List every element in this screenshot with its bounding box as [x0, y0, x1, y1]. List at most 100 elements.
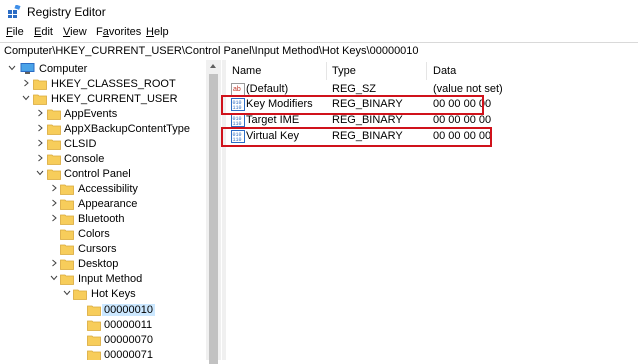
tree-label: Cursors: [78, 243, 117, 255]
chevron-down-icon[interactable]: [22, 94, 30, 102]
tree-label: Bluetooth: [78, 213, 125, 225]
chevron-right-icon[interactable]: [36, 124, 44, 132]
menu-help[interactable]: Help: [146, 26, 169, 38]
tree-label: Console: [64, 153, 105, 165]
chevron-right-icon[interactable]: [50, 199, 58, 207]
highlight-box-key-modifiers: [221, 95, 484, 115]
svg-text:ab: ab: [233, 86, 241, 93]
chevron-down-icon[interactable]: [36, 169, 44, 177]
scrollbar-thumb[interactable]: [209, 74, 218, 364]
folder-icon: [47, 154, 61, 165]
folder-icon: [87, 320, 101, 331]
binary-value-icon: 010 110: [231, 114, 245, 127]
tree-node-appearance[interactable]: Appearance: [0, 197, 206, 212]
scroll-up-arrow-icon[interactable]: [210, 64, 216, 68]
values-list-pane[interactable]: Name Type Data ab (Default) REG_SZ (valu…: [221, 60, 640, 360]
tree-scrollbar[interactable]: [206, 60, 221, 364]
chevron-right-icon[interactable]: [50, 259, 58, 267]
menu-edit[interactable]: Edit: [34, 26, 53, 38]
folder-icon: [60, 244, 74, 255]
tree-node-computer[interactable]: Computer: [0, 62, 206, 77]
tree-node-control-panel[interactable]: Control Panel: [0, 167, 206, 182]
value-data: 00 00 00 00: [433, 114, 492, 126]
tree-label: Appearance: [78, 198, 138, 210]
folder-icon: [47, 169, 61, 180]
chevron-right-icon[interactable]: [36, 139, 44, 147]
menu-file[interactable]: File: [6, 26, 24, 38]
tree-label: 00000011: [104, 319, 153, 331]
value-name: Target IME: [246, 114, 300, 126]
tree-node-hot-keys[interactable]: Hot Keys: [0, 287, 206, 302]
tree-node-00000010[interactable]: 00000010: [0, 303, 206, 318]
tree-node-hkey-classes-root[interactable]: HKEY_CLASSES_ROOT: [0, 77, 206, 92]
tree-node-bluetooth[interactable]: Bluetooth: [0, 212, 206, 227]
tree-label: Hot Keys: [91, 288, 136, 300]
chevron-down-icon[interactable]: [8, 64, 16, 72]
chevron-right-icon[interactable]: [36, 154, 44, 162]
tree-node-appevents[interactable]: AppEvents: [0, 107, 206, 122]
folder-icon: [60, 274, 74, 285]
registry-editor-icon: [8, 5, 21, 18]
tree-label: 00000070: [104, 334, 153, 346]
chevron-down-icon[interactable]: [50, 274, 58, 282]
window-title: Registry Editor: [27, 5, 106, 19]
folder-icon: [73, 289, 87, 300]
title-bar: Registry Editor: [0, 0, 640, 24]
tree-label: Control Panel: [64, 168, 131, 180]
tree-node-00000070[interactable]: 00000070: [0, 333, 206, 348]
column-header-type[interactable]: Type: [332, 65, 356, 77]
tree-node-colors[interactable]: Colors: [0, 227, 206, 242]
tree-label: Input Method: [78, 273, 143, 285]
tree-label: CLSID: [64, 138, 97, 150]
tree-node-clsid[interactable]: CLSID: [0, 137, 206, 152]
address-path[interactable]: Computer\HKEY_CURRENT_USER\Control Panel…: [4, 45, 419, 57]
chevron-right-icon[interactable]: [50, 184, 58, 192]
column-header-name[interactable]: Name: [232, 65, 261, 77]
value-name: (Default): [246, 83, 289, 95]
tree-label: Computer: [39, 63, 88, 75]
tree-node-accessibility[interactable]: Accessibility: [0, 182, 206, 197]
tree-pane[interactable]: Computer HKEY_CLASSES_ROOT HKEY_CURRENT_…: [0, 60, 222, 360]
folder-icon: [60, 184, 74, 195]
folder-icon: [60, 229, 74, 240]
tree-label-selected: 00000010: [102, 304, 155, 316]
menu-favorites[interactable]: Favorites: [96, 26, 141, 38]
chevron-right-icon[interactable]: [50, 214, 58, 222]
tree-label: HKEY_CURRENT_USER: [51, 93, 178, 105]
menu-bar: File Edit View Favorites Help: [0, 25, 640, 41]
folder-icon: [47, 139, 61, 150]
tree-label: Colors: [78, 228, 110, 240]
folder-icon: [60, 199, 74, 210]
folder-icon: [87, 305, 101, 316]
chevron-right-icon[interactable]: [36, 109, 44, 117]
tree-node-00000071[interactable]: 00000071: [0, 348, 206, 360]
tree-node-desktop[interactable]: Desktop: [0, 257, 206, 272]
tree-node-input-method[interactable]: Input Method: [0, 272, 206, 287]
tree-label: Desktop: [78, 258, 119, 270]
tree-label: AppEvents: [64, 108, 118, 120]
address-bar[interactable]: Computer\HKEY_CURRENT_USER\Control Panel…: [0, 42, 638, 61]
chevron-down-icon[interactable]: [63, 289, 71, 297]
tree-node-hkey-current-user[interactable]: HKEY_CURRENT_USER: [0, 92, 206, 107]
folder-icon: [87, 350, 101, 360]
tree-node-00000011[interactable]: 00000011: [0, 318, 206, 333]
folder-icon: [60, 214, 74, 225]
column-divider[interactable]: [426, 62, 427, 80]
folder-icon: [33, 94, 47, 105]
tree-node-cursors[interactable]: Cursors: [0, 242, 206, 257]
chevron-right-icon[interactable]: [22, 79, 30, 87]
value-type: REG_SZ: [332, 83, 377, 95]
value-data: (value not set): [433, 83, 503, 95]
tree-node-console[interactable]: Console: [0, 152, 206, 167]
value-type: REG_BINARY: [332, 114, 403, 126]
tree-node-appxbackupcontenttype[interactable]: AppXBackupContentType: [0, 122, 206, 137]
folder-icon: [33, 79, 47, 90]
tree-label: 00000071: [104, 349, 153, 360]
menu-view[interactable]: View: [63, 26, 87, 38]
folder-icon: [47, 124, 61, 135]
column-header-data[interactable]: Data: [433, 65, 456, 77]
list-header: Name Type Data: [226, 60, 640, 82]
column-divider[interactable]: [326, 62, 327, 80]
highlight-box-virtual-key: [221, 127, 492, 147]
folder-icon: [47, 109, 61, 120]
